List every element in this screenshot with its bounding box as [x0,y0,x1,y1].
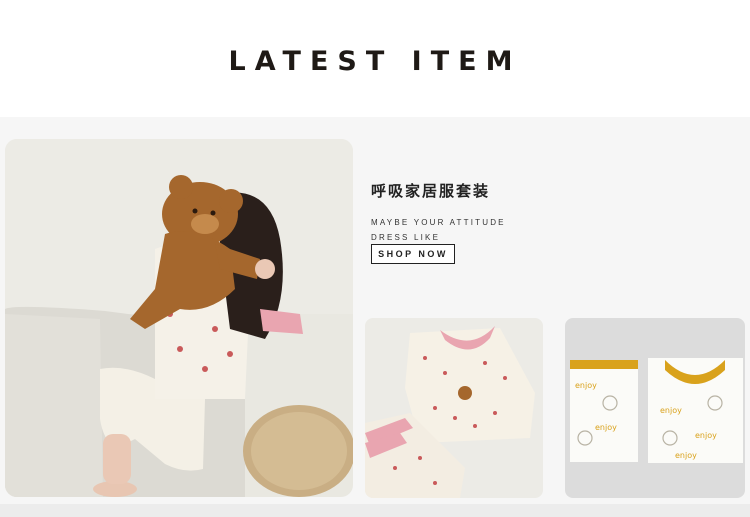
svg-text:enjoy: enjoy [675,451,697,460]
feature-text: 呼吸家居服套装 MAYBE YOUR ATTITUDE DRESS LIKE [371,180,506,245]
shop-now-button[interactable]: SHOP NOW [371,244,455,264]
svg-text:enjoy: enjoy [575,381,597,390]
section-title: LATEST ITEM [228,46,522,77]
pink-trim-pajama-set-photo-icon [365,318,543,498]
svg-text:enjoy: enjoy [595,423,617,432]
section-header: LATEST ITEM [0,0,750,117]
yellow-trim-pajama-set-photo-icon: enjoy enjoy enjoy enjoy enjoy [565,318,745,498]
main-product-photo[interactable] [5,139,353,497]
product-tagline: MAYBE YOUR ATTITUDE DRESS LIKE [371,218,506,242]
svg-text:enjoy: enjoy [660,406,682,415]
yellow-pajama-photo[interactable]: enjoy enjoy enjoy enjoy enjoy [565,318,745,498]
bottom-divider [0,504,750,517]
child-with-teddy-bear-photo-icon [5,139,353,497]
product-name: 呼吸家居服套装 [371,182,491,200]
pink-pajama-photo[interactable] [365,318,543,498]
svg-text:enjoy: enjoy [695,431,717,440]
